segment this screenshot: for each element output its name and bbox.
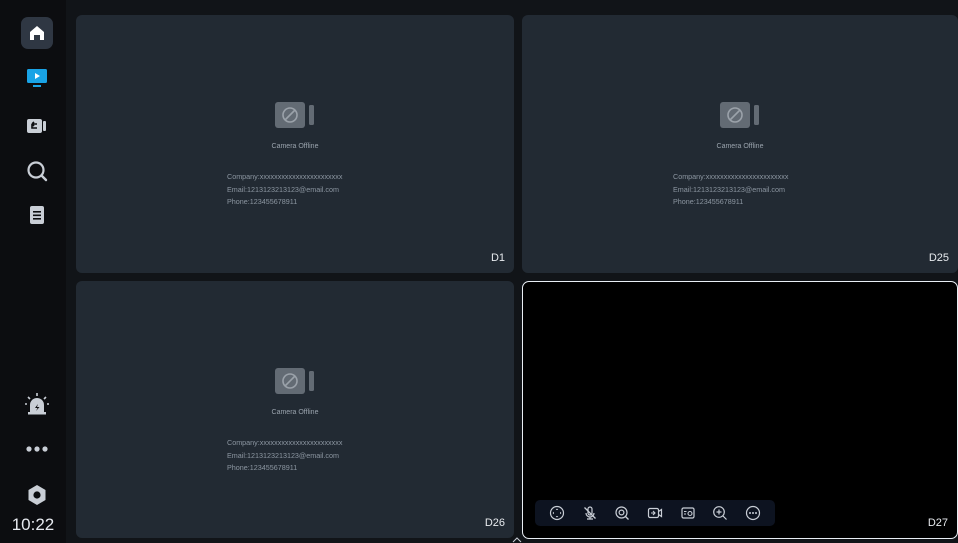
snapshot-button[interactable] bbox=[678, 503, 698, 523]
more-options-icon bbox=[745, 505, 760, 521]
offline-panel: Camera Offline bbox=[76, 365, 514, 416]
more-options-button[interactable] bbox=[743, 503, 763, 523]
channel-label: D25 bbox=[928, 252, 949, 264]
record-icon bbox=[647, 507, 663, 519]
channel-label: D26 bbox=[484, 517, 505, 529]
resize-handle-icon[interactable] bbox=[512, 537, 522, 543]
contact-info: Company:xxxxxxxxxxxxxxxxxxxxxxx Email:12… bbox=[673, 171, 788, 209]
playback-icon bbox=[27, 119, 46, 133]
phone-text: Phone:123455678911 bbox=[673, 197, 744, 206]
search-icon bbox=[27, 161, 48, 182]
zoom-in-icon bbox=[713, 506, 728, 520]
camera-offline-icon bbox=[275, 102, 314, 128]
email-text: Email:1213123213123@email.com bbox=[673, 184, 785, 194]
camera-tile-d26[interactable]: Camera Offline Company:xxxxxxxxxxxxxxxxx… bbox=[76, 281, 514, 538]
camera-tile-d25[interactable]: Camera Offline Company:xxxxxxxxxxxxxxxxx… bbox=[522, 15, 958, 273]
alarm-button[interactable] bbox=[19, 388, 55, 420]
mute-button[interactable] bbox=[580, 503, 600, 523]
sidebar: 10:22 bbox=[0, 0, 66, 543]
ptz-icon bbox=[550, 505, 565, 521]
focus-icon bbox=[615, 506, 630, 520]
ptz-button[interactable] bbox=[547, 503, 567, 523]
camera-offline-icon bbox=[275, 368, 314, 394]
email-text: Email:1213123213123@email.com bbox=[227, 184, 339, 194]
channel-label: D1 bbox=[490, 252, 505, 264]
offline-status: Camera Offline bbox=[271, 143, 319, 150]
mute-icon bbox=[583, 506, 596, 520]
record-button[interactable] bbox=[645, 503, 665, 523]
home-icon bbox=[21, 17, 53, 49]
live-view-icon bbox=[27, 69, 47, 87]
company-text: Company:xxxxxxxxxxxxxxxxxxxxxxx bbox=[227, 172, 343, 181]
log-button[interactable] bbox=[19, 199, 55, 231]
phone-text: Phone:123455678911 bbox=[227, 463, 298, 472]
camera-tile-d1[interactable]: Camera Offline Company:xxxxxxxxxxxxxxxxx… bbox=[76, 15, 514, 273]
focus-button[interactable] bbox=[612, 503, 632, 523]
log-icon bbox=[30, 206, 44, 224]
offline-panel: Camera Offline bbox=[76, 99, 514, 150]
playback-button[interactable] bbox=[19, 110, 55, 142]
zoom-in-button[interactable] bbox=[710, 503, 730, 523]
live-view-button[interactable] bbox=[19, 62, 55, 94]
channel-label: D27 bbox=[927, 517, 948, 529]
home-button[interactable] bbox=[19, 17, 55, 49]
offline-panel: Camera Offline bbox=[522, 99, 958, 150]
settings-icon bbox=[28, 485, 46, 505]
more-icon bbox=[26, 446, 48, 452]
offline-status: Camera Offline bbox=[716, 143, 764, 150]
email-text: Email:1213123213123@email.com bbox=[227, 450, 339, 460]
camera-tile-d27[interactable]: D27 bbox=[522, 281, 958, 539]
company-text: Company:xxxxxxxxxxxxxxxxxxxxxxx bbox=[227, 438, 343, 447]
snapshot-icon bbox=[680, 507, 695, 519]
video-toolbar bbox=[535, 500, 775, 526]
search-button[interactable] bbox=[19, 155, 55, 187]
clock: 10:22 bbox=[11, 515, 55, 534]
phone-text: Phone:123455678911 bbox=[227, 197, 298, 206]
offline-status: Camera Offline bbox=[271, 409, 319, 416]
camera-offline-icon bbox=[720, 102, 759, 128]
contact-info: Company:xxxxxxxxxxxxxxxxxxxxxxx Email:12… bbox=[227, 437, 342, 475]
settings-button[interactable] bbox=[19, 479, 55, 511]
contact-info: Company:xxxxxxxxxxxxxxxxxxxxxxx Email:12… bbox=[227, 171, 342, 209]
more-button[interactable] bbox=[19, 433, 55, 465]
alarm-icon bbox=[25, 393, 49, 415]
company-text: Company:xxxxxxxxxxxxxxxxxxxxxxx bbox=[673, 172, 789, 181]
